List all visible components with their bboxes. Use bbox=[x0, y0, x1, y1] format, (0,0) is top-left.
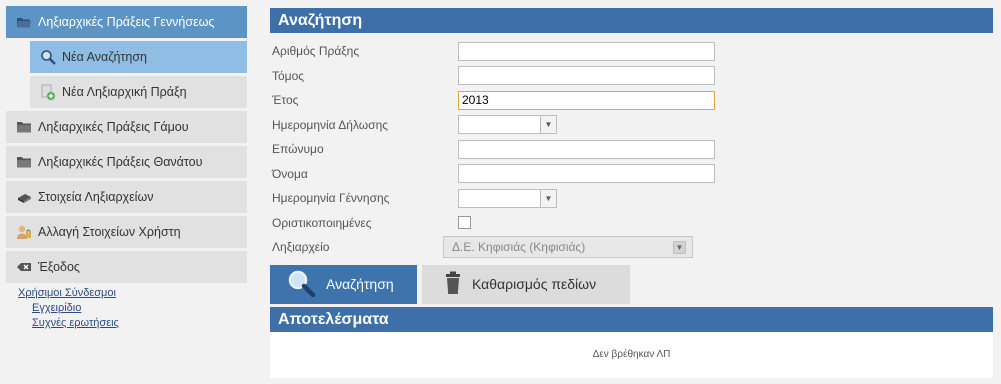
volume-input[interactable] bbox=[458, 66, 715, 86]
main-panel: Αναζήτηση Αριθμός Πράξης Τόμος Έτος Ημερ… bbox=[270, 8, 993, 378]
exit-icon bbox=[16, 259, 32, 275]
chevron-down-icon[interactable]: ▼ bbox=[540, 116, 556, 134]
results-header: Αποτελέσματα bbox=[270, 306, 993, 332]
sidebar-item-label: Αλλαγή Στοιχείων Χρήστη bbox=[38, 225, 181, 239]
declaration-date-label: Ημερομηνία Δήλωσης bbox=[272, 117, 389, 132]
birth-date-picker[interactable]: ▼ bbox=[458, 188, 557, 208]
declaration-date-picker[interactable]: ▼ bbox=[458, 115, 557, 135]
manual-link[interactable]: Εγχειρίδιο bbox=[32, 301, 247, 316]
books-icon bbox=[16, 189, 32, 205]
form-row: Τόμος bbox=[270, 64, 993, 89]
year-label: Έτος bbox=[272, 93, 299, 108]
sidebar-item-death-acts[interactable]: Ληξιαρχικές Πράξεις Θανάτου bbox=[6, 146, 247, 178]
sidebar-subitem-new-search[interactable]: Νέα Αναζήτηση bbox=[30, 41, 247, 73]
search-header: Αναζήτηση bbox=[270, 8, 993, 33]
sidebar-item-birth-acts[interactable]: Ληξιαρχικές Πράξεις Γεννήσεως bbox=[6, 6, 247, 38]
sidebar-item-label: Ληξιαρχικές Πράξεις Γεννήσεως bbox=[38, 15, 215, 29]
year-input[interactable] bbox=[458, 90, 715, 110]
trash-icon bbox=[444, 271, 462, 298]
volume-label: Τόμος bbox=[272, 68, 305, 83]
sidebar-subitem-new-act[interactable]: Νέα Ληξιαρχική Πράξη bbox=[30, 76, 247, 108]
sidebar-item-label: Ληξιαρχικές Πράξεις Θανάτου bbox=[38, 155, 203, 169]
sidebar-item-label: Ληξιαρχικές Πράξεις Γάμου bbox=[38, 120, 189, 134]
act-number-label: Αριθμός Πράξης bbox=[272, 44, 360, 59]
form-actions: Αναζήτηση Καθαρισμός πεδίων bbox=[270, 264, 993, 304]
add-document-icon bbox=[40, 84, 56, 100]
no-results-text: Δεν βρέθηκαν ΛΠ bbox=[592, 349, 671, 360]
surname-input[interactable] bbox=[458, 139, 715, 159]
sidebar-item-label: Έξοδος bbox=[38, 260, 80, 274]
finalized-label: Οριστικοποιημένες bbox=[272, 215, 372, 230]
name-input[interactable] bbox=[458, 164, 715, 184]
folder-open-icon bbox=[16, 14, 32, 30]
app-root: Ληξιαρχικές Πράξεις Γεννήσεως Νέα Αναζήτ… bbox=[0, 0, 1001, 384]
declaration-date-value[interactable] bbox=[459, 116, 540, 133]
sidebar-item-marriage-acts[interactable]: Ληξιαρχικές Πράξεις Γάμου bbox=[6, 111, 247, 143]
sidebar: Ληξιαρχικές Πράξεις Γεννήσεως Νέα Αναζήτ… bbox=[6, 6, 247, 331]
useful-links: Χρήσιμοι Σύνδεσμοι Εγχειρίδιο Συχνές ερω… bbox=[6, 287, 247, 331]
sidebar-item-user-settings[interactable]: Αλλαγή Στοιχείων Χρήστη bbox=[6, 216, 247, 248]
sidebar-item-label: Νέα Αναζήτηση bbox=[62, 50, 147, 64]
search-button[interactable]: Αναζήτηση bbox=[270, 264, 417, 304]
form-row: Ημερομηνία Δήλωσης ▼ bbox=[270, 113, 993, 138]
form-row: Έτος bbox=[270, 88, 993, 113]
useful-links-title[interactable]: Χρήσιμοι Σύνδεσμοι bbox=[18, 287, 247, 299]
user-lock-icon bbox=[16, 224, 32, 240]
form-row: Ληξιαρχείο Δ.Ε. Κηφισιάς (Κηφισιάς) ▼ bbox=[270, 235, 993, 260]
results-area: Δεν βρέθηκαν ΛΠ bbox=[270, 331, 993, 378]
chevron-down-icon[interactable]: ▼ bbox=[540, 189, 556, 207]
search-form: Αριθμός Πράξης Τόμος Έτος Ημερομηνία Δήλ… bbox=[270, 33, 993, 260]
surname-label: Επώνυμο bbox=[272, 142, 324, 157]
form-row: Οριστικοποιημένες bbox=[270, 211, 993, 236]
form-row: Όνομα bbox=[270, 162, 993, 187]
sidebar-item-registries[interactable]: Στοιχεία Ληξιαρχείων bbox=[6, 181, 247, 213]
clear-fields-button[interactable]: Καθαρισμός πεδίων bbox=[422, 264, 630, 304]
act-number-input[interactable] bbox=[458, 41, 715, 61]
birth-date-label: Ημερομηνία Γέννησης bbox=[272, 191, 390, 206]
faq-link[interactable]: Συχνές ερωτήσεις bbox=[32, 316, 247, 331]
search-icon bbox=[40, 49, 56, 65]
form-row: Επώνυμο bbox=[270, 137, 993, 162]
folder-icon bbox=[16, 154, 32, 170]
clear-fields-button-label: Καθαρισμός πεδίων bbox=[472, 276, 597, 292]
sidebar-item-logout[interactable]: Έξοδος bbox=[6, 251, 247, 283]
folder-icon bbox=[16, 119, 32, 135]
registry-value: Δ.Ε. Κηφισιάς (Κηφισιάς) bbox=[452, 240, 586, 255]
sidebar-item-label: Στοιχεία Ληξιαρχείων bbox=[38, 190, 154, 204]
birth-date-value[interactable] bbox=[459, 190, 540, 207]
finalized-checkbox[interactable] bbox=[458, 216, 471, 230]
form-row: Ημερομηνία Γέννησης ▼ bbox=[270, 186, 993, 211]
chevron-down-icon: ▼ bbox=[673, 241, 686, 255]
registry-select[interactable]: Δ.Ε. Κηφισιάς (Κηφισιάς) ▼ bbox=[443, 236, 693, 259]
name-label: Όνομα bbox=[272, 166, 308, 181]
search-button-label: Αναζήτηση bbox=[326, 276, 394, 292]
registry-label: Ληξιαρχείο bbox=[272, 240, 330, 255]
search-icon bbox=[286, 269, 316, 300]
sidebar-item-label: Νέα Ληξιαρχική Πράξη bbox=[62, 85, 187, 99]
form-row: Αριθμός Πράξης bbox=[270, 39, 993, 64]
